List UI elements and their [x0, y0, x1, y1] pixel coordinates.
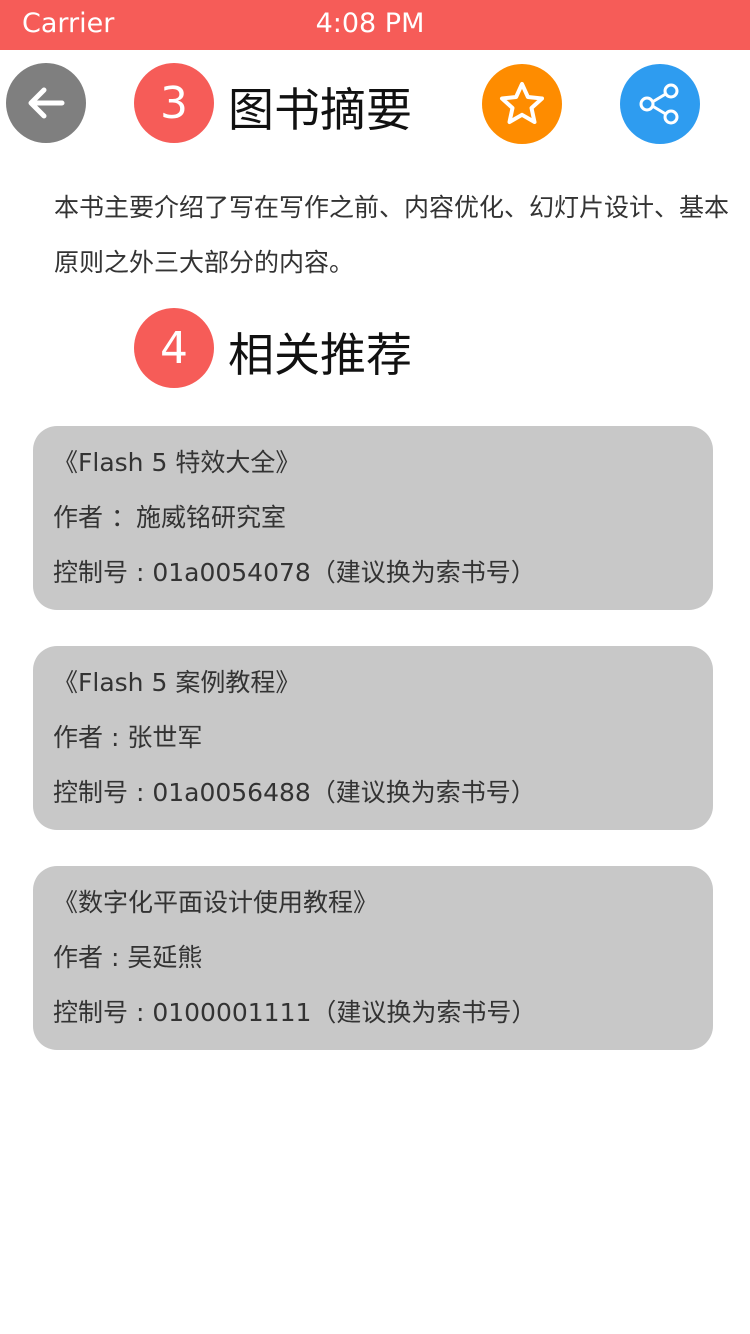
book-title: 《数字化平面设计使用教程》	[53, 888, 379, 917]
recommend-section-title: 相关推荐	[228, 328, 412, 382]
recommended-book-card[interactable]: 《Flash 5 案例教程》 作者 : 张世军 控制号 : 01a0056488…	[33, 646, 713, 830]
summary-section-title: 图书摘要	[228, 83, 412, 137]
status-bar: Carrier 4:08 PM	[0, 0, 750, 50]
back-button[interactable]	[6, 63, 86, 143]
section-number-badge: 4	[134, 308, 214, 388]
favorite-button[interactable]	[482, 64, 562, 144]
section-number-badge: 3	[134, 63, 214, 143]
book-title: 《Flash 5 案例教程》	[53, 668, 301, 697]
book-title: 《Flash 5 特效大全》	[53, 448, 301, 477]
book-summary-text: 本书主要介绍了写在写作之前、内容优化、幻灯片设计、基本原则之外三大部分的内容。	[54, 193, 730, 277]
arrow-left-icon	[28, 87, 65, 119]
book-author: 作者 : 张世军	[53, 723, 203, 752]
share-button[interactable]	[620, 64, 700, 144]
recommended-book-card[interactable]: 《Flash 5 特效大全》 作者 ：施威铭研究室 控制号 : 01a00540…	[33, 426, 713, 610]
book-control-number: 控制号 : 01a0056488（建议换为索书号）	[53, 778, 536, 807]
recommended-book-card[interactable]: 《数字化平面设计使用教程》 作者 : 吴延熊 控制号 : 0100001111（…	[33, 866, 713, 1050]
book-control-number: 控制号 : 0100001111（建议换为索书号）	[53, 998, 537, 1027]
book-author: 作者 ：施威铭研究室	[53, 503, 286, 532]
clock-label: 4:08 PM	[315, 8, 425, 39]
star-outline-icon	[500, 82, 544, 124]
share-icon	[639, 83, 679, 125]
book-author: 作者 : 吴延熊	[53, 943, 203, 972]
book-control-number: 控制号 : 01a0054078（建议换为索书号）	[53, 558, 536, 587]
